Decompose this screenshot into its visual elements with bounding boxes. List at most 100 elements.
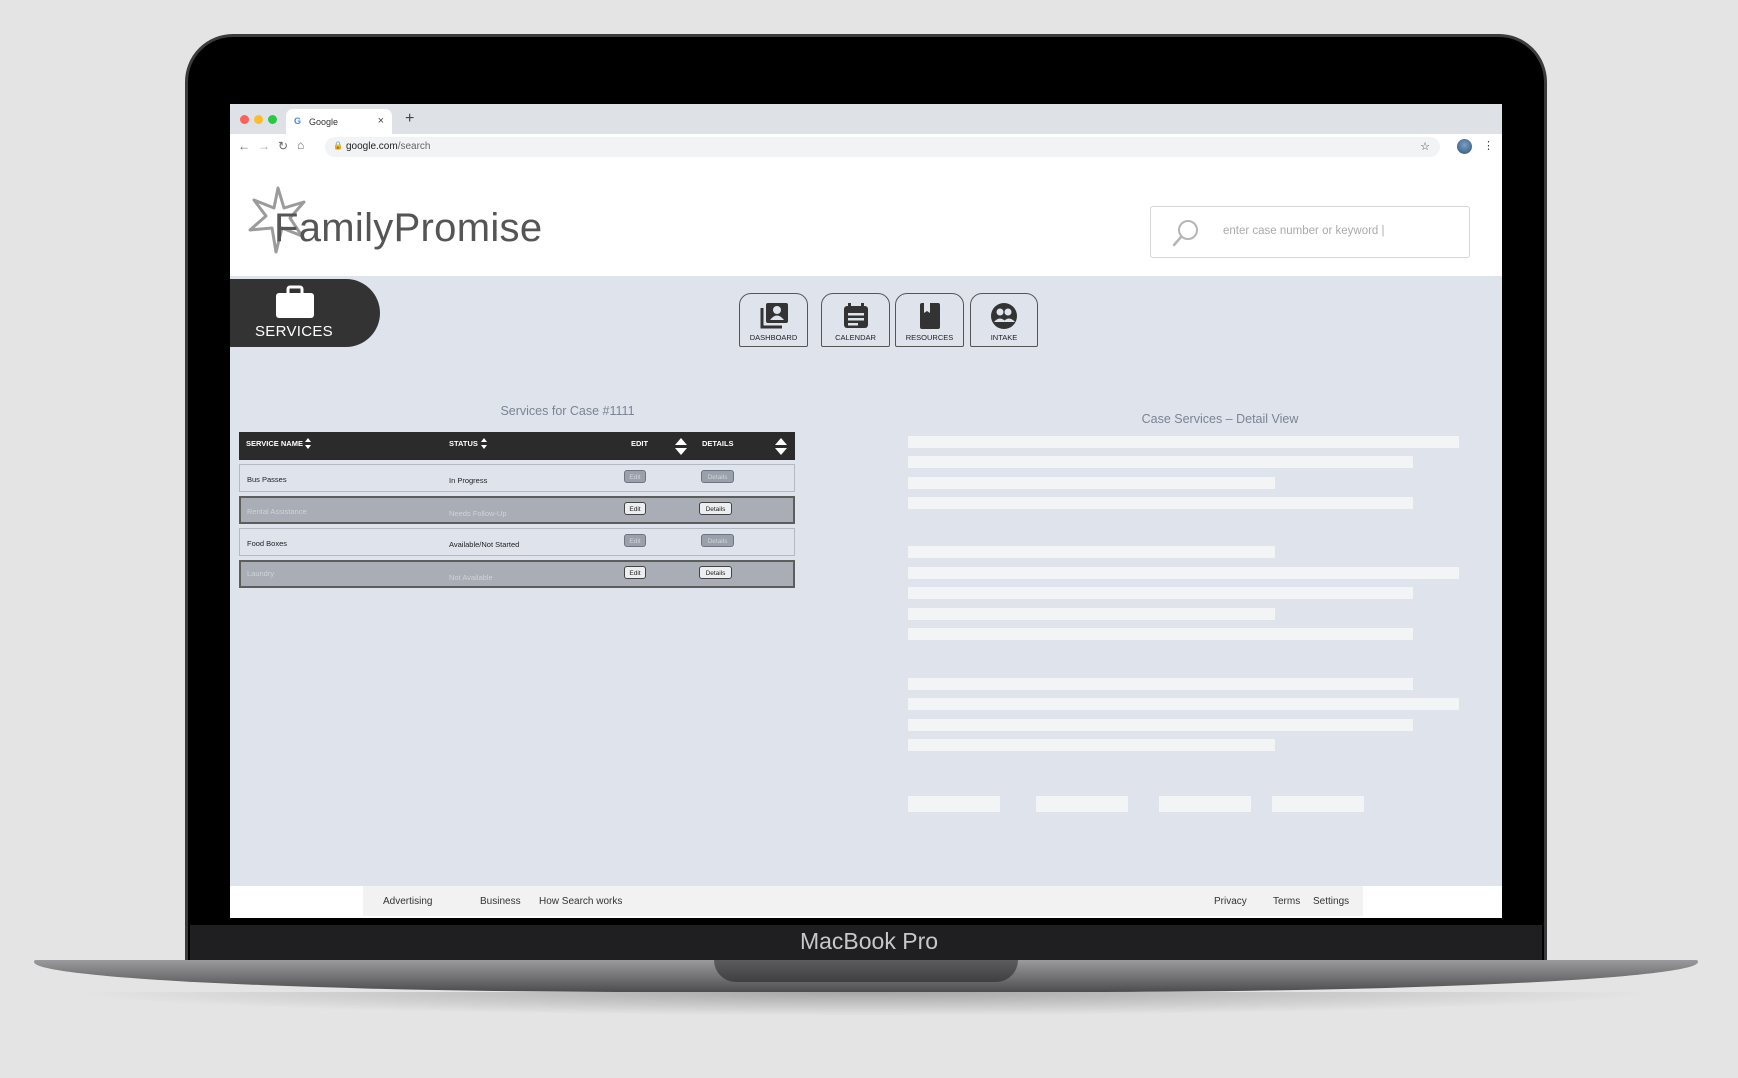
browser-tab[interactable]: G Google ×	[286, 109, 392, 134]
sort-icon[interactable]	[675, 438, 687, 455]
footer-link-how-search-works[interactable]: How Search works	[539, 896, 622, 907]
edit-button[interactable]: Edit	[624, 566, 646, 579]
detail-placeholder-buttons	[908, 796, 1468, 816]
nav-resources-button[interactable]: RESOURCES	[895, 293, 964, 347]
services-label: SERVICES	[255, 323, 333, 340]
edit-button[interactable]: Edit	[624, 470, 646, 483]
tab-close-icon[interactable]: ×	[378, 115, 384, 127]
search-icon[interactable]	[1171, 218, 1201, 248]
status-cell: In Progress	[449, 476, 488, 485]
sort-icon[interactable]	[775, 438, 787, 455]
page-footer: Advertising Business How Search works Pr…	[230, 886, 1502, 918]
status-cell: Needs Follow-Up	[449, 509, 507, 518]
details-button[interactable]: Details	[699, 566, 732, 579]
profile-avatar[interactable]	[1457, 139, 1472, 154]
footer-link-advertising[interactable]: Advertising	[383, 896, 432, 907]
footer-link-terms[interactable]: Terms	[1273, 896, 1300, 907]
placeholder-line	[908, 436, 1459, 448]
service-name-cell: Food Boxes	[247, 539, 288, 548]
placeholder-line	[908, 719, 1413, 731]
sort-icon[interactable]	[305, 438, 311, 449]
placeholder-line	[908, 698, 1459, 710]
zoom-window-button[interactable]	[268, 115, 277, 124]
intake-icon	[991, 303, 1017, 329]
resources-icon	[919, 303, 940, 329]
app-header: FamilyPromise enter case number or keywo…	[230, 160, 1502, 276]
footer-link-settings[interactable]: Settings	[1313, 896, 1349, 907]
calendar-icon	[843, 303, 868, 328]
services-section-badge[interactable]: SERVICES	[230, 279, 380, 347]
placeholder-button[interactable]	[1036, 796, 1128, 812]
new-tab-button[interactable]: +	[405, 110, 414, 128]
forward-icon[interactable]: →	[258, 139, 270, 153]
table-row[interactable]: Bus Passes In Progress Edit Details	[239, 464, 795, 492]
device-label: MacBook Pro	[799, 928, 939, 954]
laptop-notch	[714, 960, 1018, 982]
placeholder-line	[908, 608, 1275, 620]
bookmark-star-icon[interactable]: ☆	[1420, 140, 1430, 153]
laptop-shadow	[70, 992, 1660, 1016]
footer-links: Advertising Business How Search works Pr…	[363, 886, 1363, 916]
sort-icon[interactable]	[481, 438, 487, 449]
service-name-cell: Laundry	[247, 569, 275, 578]
service-name-cell: Bus Passes	[247, 475, 287, 484]
app-logo-text[interactable]: FamilyPromise	[274, 206, 542, 251]
url-path: /search	[397, 141, 431, 152]
nav-dashboard-label: DASHBOARD	[749, 333, 798, 342]
address-bar[interactable]: 🔒 google.com/search ☆	[325, 137, 1440, 157]
col-details-header[interactable]: DETAILS	[702, 439, 734, 448]
dashboard-icon	[760, 303, 788, 329]
status-cell: Not Available	[449, 573, 493, 582]
detail-placeholder-content	[908, 436, 1468, 776]
minimize-window-button[interactable]	[254, 115, 263, 124]
status-cell: Available/Not Started	[449, 540, 520, 549]
placeholder-line	[908, 628, 1413, 640]
placeholder-line	[908, 546, 1275, 558]
table-row[interactable]: Food Boxes Available/Not Started Edit De…	[239, 528, 795, 556]
col-status-header[interactable]: STATUS	[449, 439, 478, 448]
search-placeholder: enter case number or keyword |	[1223, 225, 1385, 237]
lock-icon: 🔒	[333, 141, 343, 150]
service-name-cell: Rental Assistance	[247, 507, 307, 516]
services-table-title: Services for Case #1111	[500, 404, 635, 418]
details-button[interactable]: Details	[701, 470, 734, 483]
nav-dashboard-button[interactable]: DASHBOARD	[739, 293, 808, 347]
details-button[interactable]: Details	[699, 502, 732, 515]
placeholder-button[interactable]	[1272, 796, 1364, 812]
nav-calendar-button[interactable]: CALENDAR	[821, 293, 890, 347]
placeholder-line	[908, 497, 1413, 509]
browser-toolbar: ← → ↻ ⌂ 🔒 google.com/search ☆ ⋮	[230, 134, 1502, 161]
edit-button[interactable]: Edit	[624, 502, 646, 515]
screen: G Google × + ← → ↻ ⌂ 🔒 google.com/search…	[230, 104, 1502, 918]
table-row[interactable]: Laundry Not Available Edit Details	[239, 560, 795, 588]
placeholder-line	[908, 567, 1459, 579]
footer-link-business[interactable]: Business	[480, 896, 521, 907]
details-button[interactable]: Details	[701, 534, 734, 547]
nav-resources-label: RESOURCES	[905, 333, 954, 342]
placeholder-line	[908, 678, 1413, 690]
table-row[interactable]: Rental Assistance Needs Follow-Up Edit D…	[239, 496, 795, 524]
browser-menu-icon[interactable]: ⋮	[1483, 139, 1494, 152]
col-service-name-header[interactable]: SERVICE NAME	[246, 439, 303, 448]
col-edit-header[interactable]: EDIT	[631, 439, 648, 448]
placeholder-line	[908, 739, 1275, 751]
detail-view-title: Case Services – Detail View	[1141, 412, 1299, 426]
url-host: google.com	[346, 141, 398, 152]
placeholder-button[interactable]	[1159, 796, 1251, 812]
table-header: SERVICE NAME STATUS EDIT DETAILS	[239, 432, 795, 460]
nav-intake-button[interactable]: INTAKE	[970, 293, 1038, 347]
back-icon[interactable]: ←	[238, 139, 250, 153]
browser-tabbar: G Google × +	[230, 104, 1502, 134]
google-favicon-icon: G	[294, 116, 302, 126]
close-window-button[interactable]	[240, 115, 249, 124]
home-icon[interactable]: ⌂	[297, 138, 304, 152]
briefcase-icon	[276, 285, 314, 318]
placeholder-line	[908, 477, 1275, 489]
edit-button[interactable]: Edit	[624, 534, 646, 547]
placeholder-button[interactable]	[908, 796, 1000, 812]
reload-icon[interactable]: ↻	[278, 139, 288, 153]
case-search-input[interactable]: enter case number or keyword |	[1150, 206, 1470, 258]
nav-calendar-label: CALENDAR	[835, 333, 876, 342]
main-content: SERVICES DASHBOARD CALENDAR RESOURCES IN…	[230, 276, 1502, 886]
footer-link-privacy[interactable]: Privacy	[1214, 896, 1247, 907]
